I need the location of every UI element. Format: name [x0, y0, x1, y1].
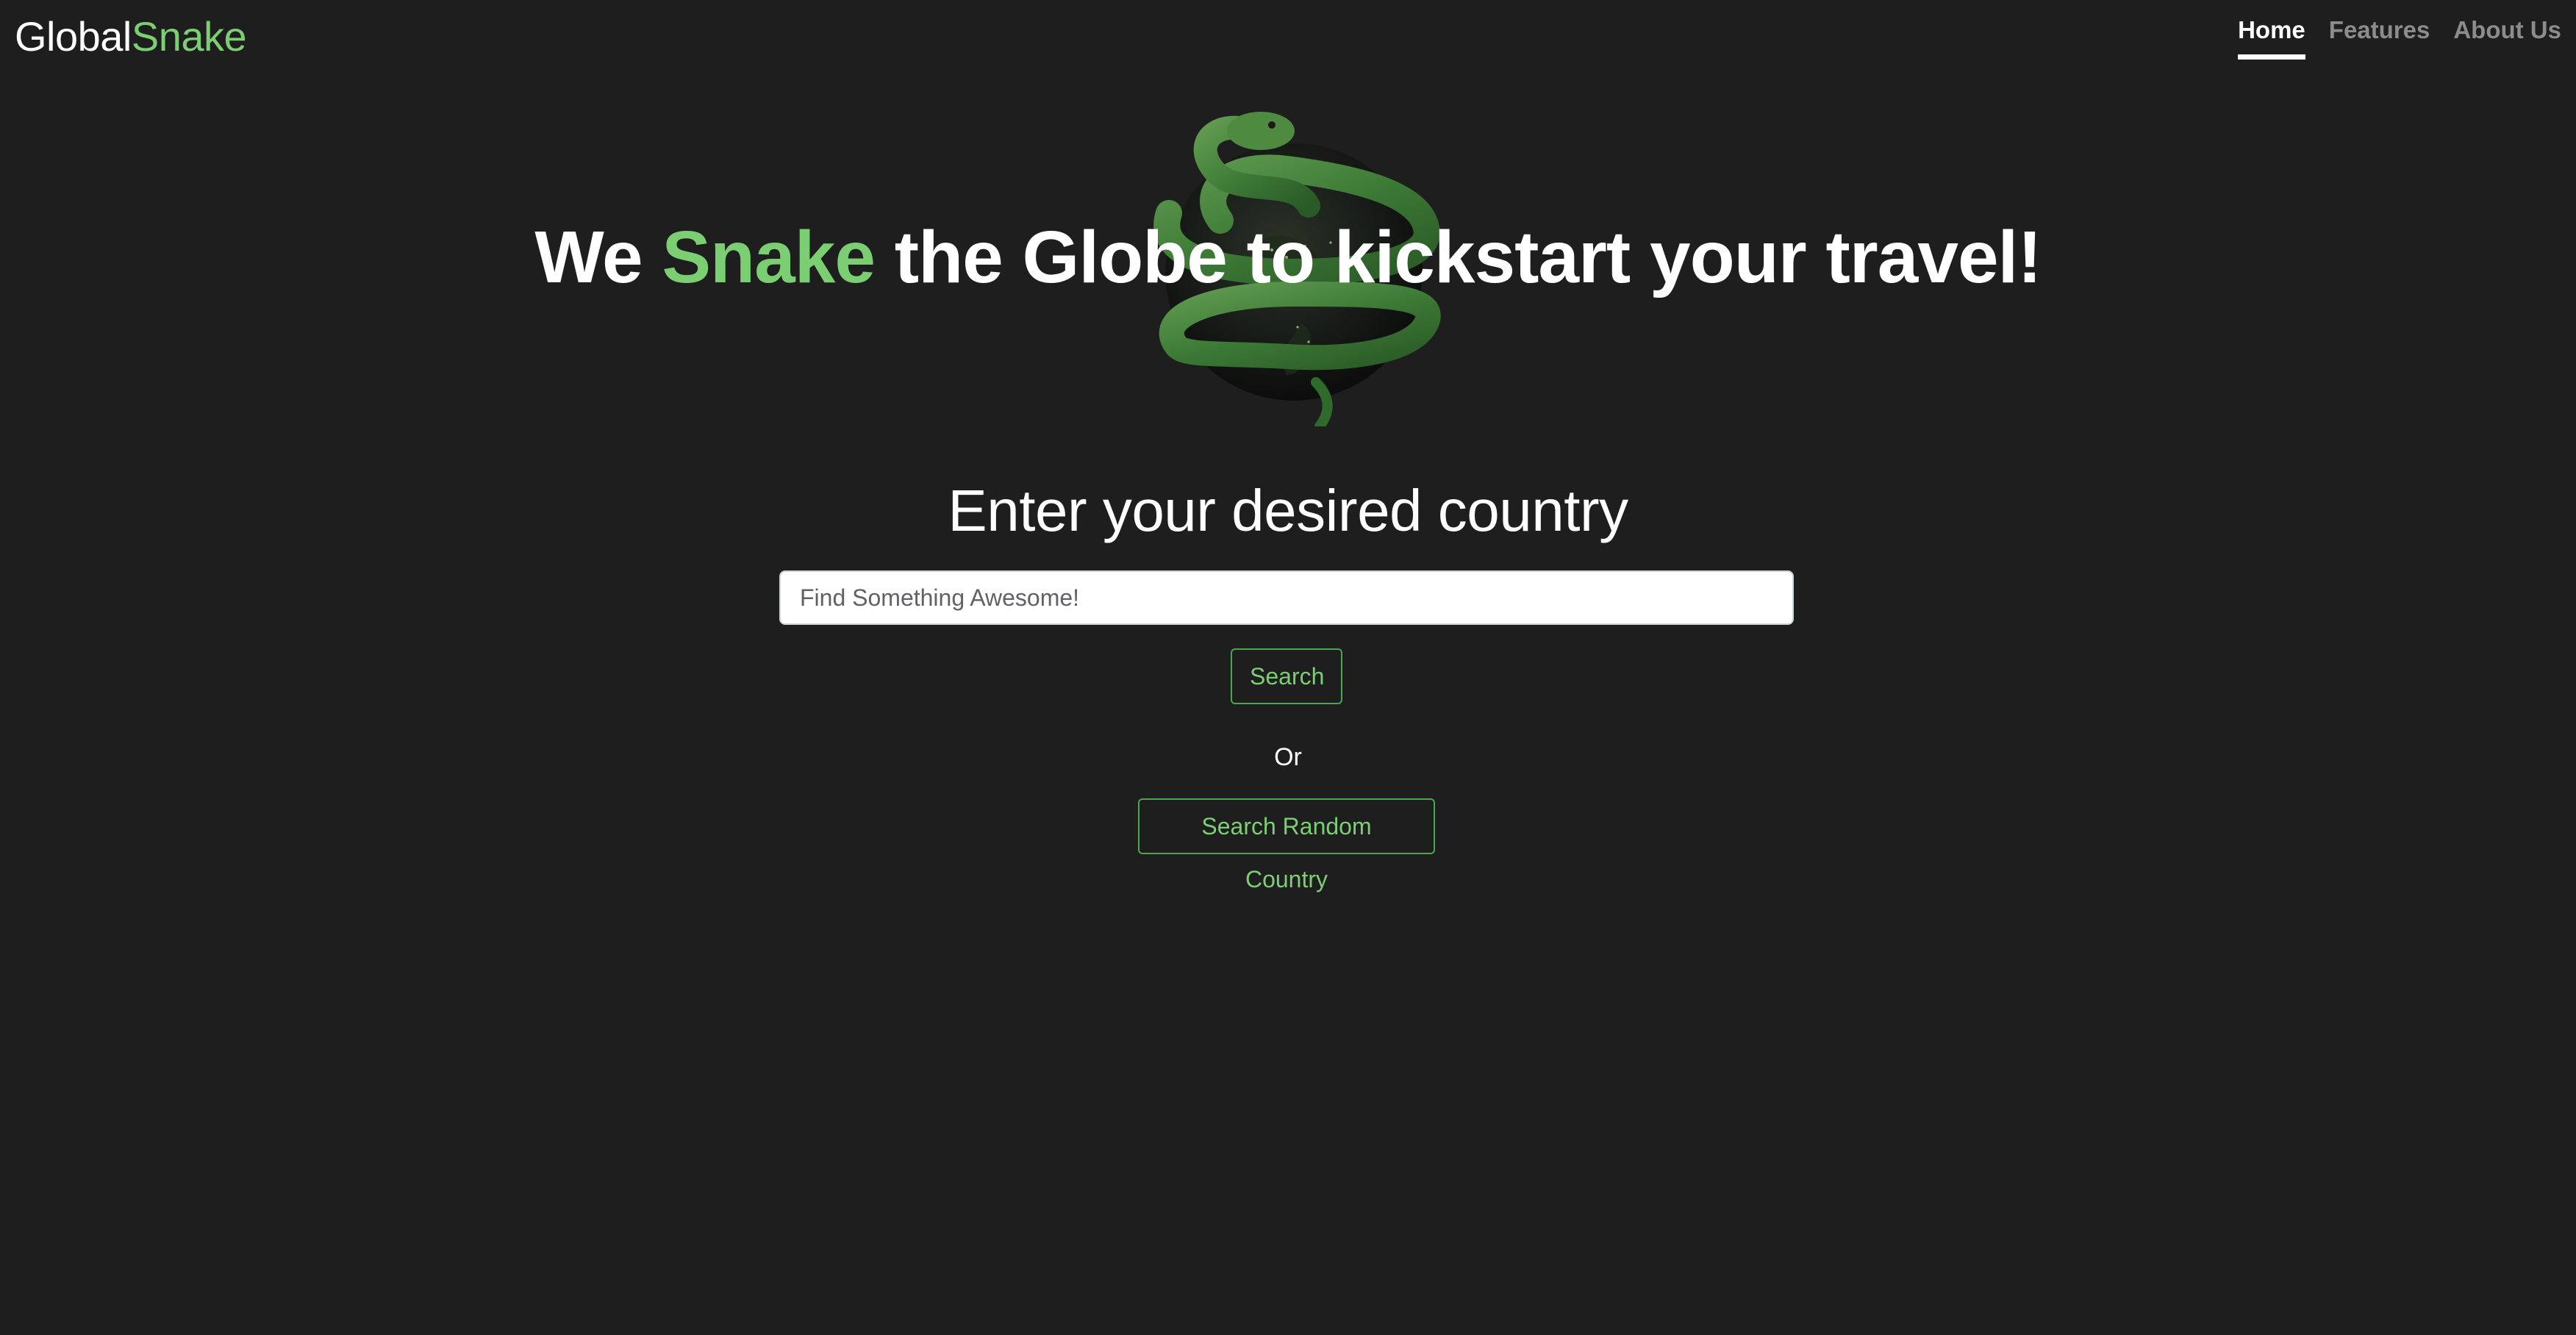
- search-heading: Enter your desired country: [948, 478, 1628, 543]
- brand-text-main: Global: [15, 13, 132, 60]
- nav-home[interactable]: Home: [2238, 16, 2305, 60]
- hero-title-accent: Snake: [662, 216, 876, 298]
- brand-text-accent: Snake: [131, 13, 247, 60]
- search-random-country-button[interactable]: Search Random Country: [1138, 798, 1435, 892]
- or-divider-text: Or: [1274, 743, 1302, 771]
- nav-about-us[interactable]: About Us: [2453, 16, 2561, 60]
- brand-logo[interactable]: GlobalSnake: [15, 7, 247, 66]
- top-nav: Home Features About Us: [2238, 16, 2561, 60]
- hero-section: We Snake the Globe to kickstart your tra…: [0, 103, 2576, 441]
- hero-title-prefix: We: [534, 216, 662, 298]
- hero-title: We Snake the Globe to kickstart your tra…: [0, 213, 2576, 301]
- nav-features[interactable]: Features: [2329, 16, 2430, 60]
- search-button[interactable]: Search: [1231, 648, 1342, 704]
- home-page: GlobalSnake Home Features About Us We Sn…: [0, 0, 2576, 1335]
- hero-title-suffix: the Globe to kickstart your travel!: [874, 216, 2042, 298]
- country-search-input[interactable]: [779, 570, 1794, 625]
